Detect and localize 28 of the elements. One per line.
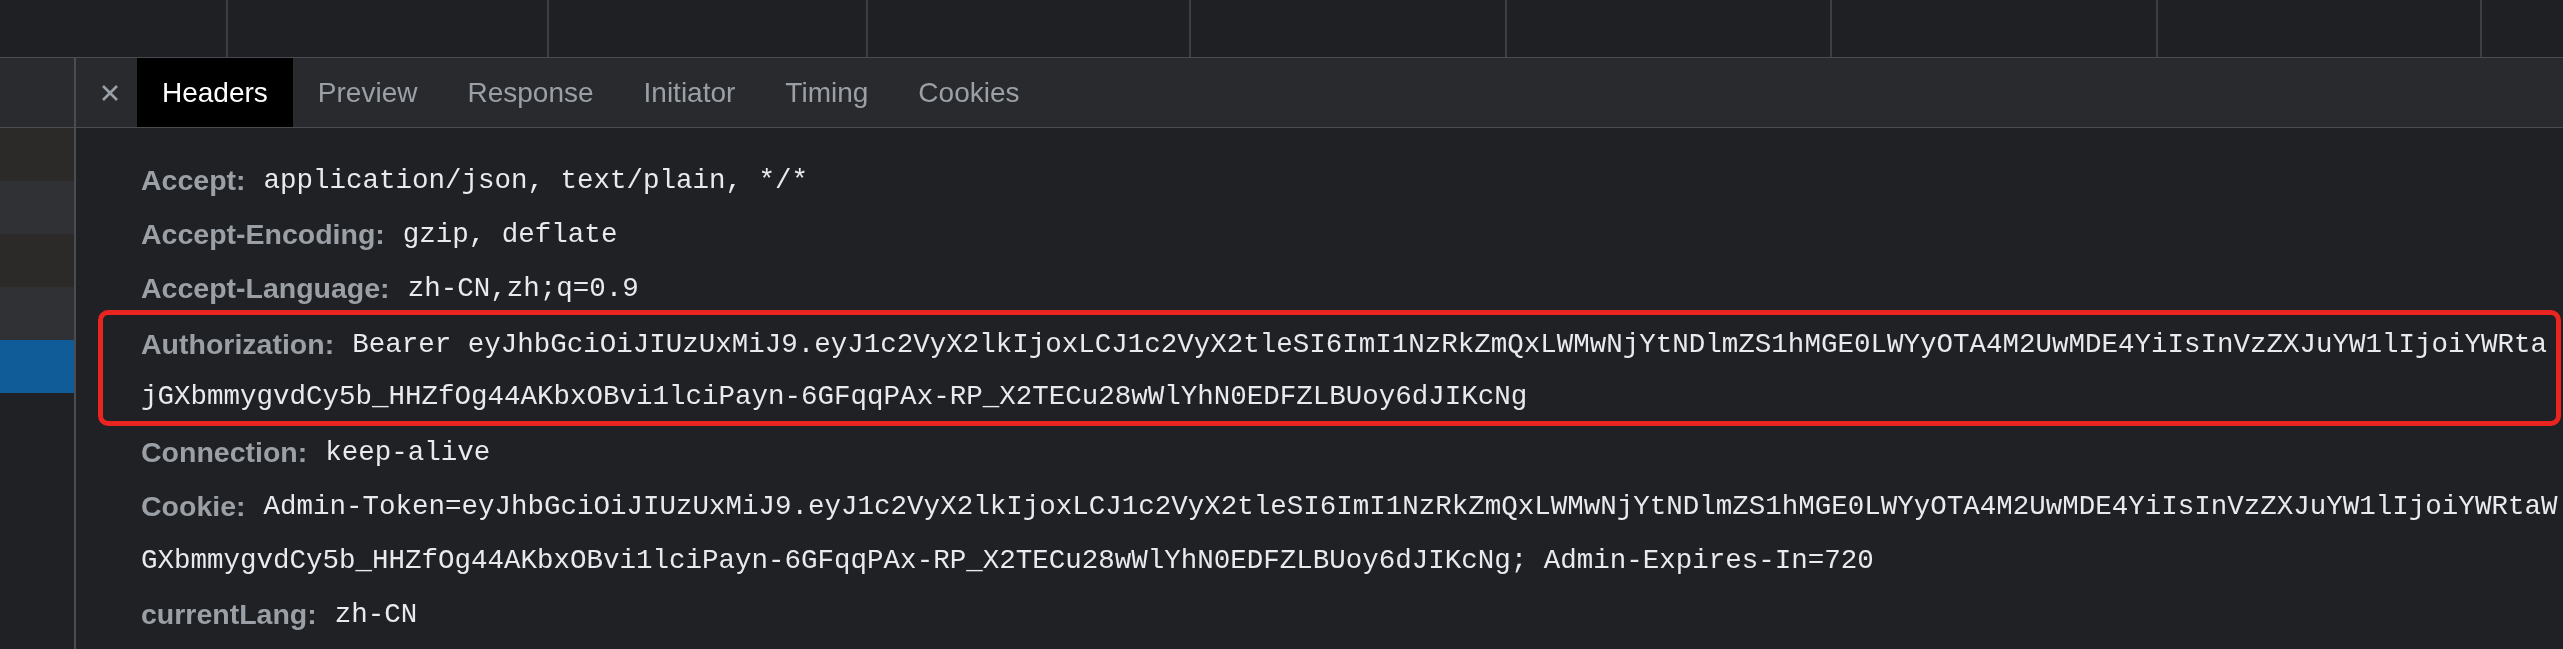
- request-row[interactable]: [0, 287, 74, 340]
- header-value: jGXbmmygvdCy5b_HHZfOg44AKbxOBvi1lciPayn-6GFqqPAx-RP_X2TECu28wWlYhN0EDFZLBUoy6dJIKcNg: [141, 380, 1528, 412]
- header-value: GXbmmygvdCy5b_HHZfOg44AKbxOBvi1lciPayn-6GFqqPAx-RP_X2TECu28wWlYhN0EDFZLBUoy6dJIKcNg; Admin-Expires-In=720: [141, 544, 1874, 576]
- header-name: currentLang:: [141, 597, 317, 631]
- request-row[interactable]: [0, 234, 74, 287]
- header-value: gzip, deflate: [402, 218, 618, 250]
- request-row[interactable]: [0, 181, 74, 234]
- header-name: Cookie:: [141, 489, 246, 523]
- tab[interactable]: Response: [442, 58, 619, 127]
- header-name: Accept-Language:: [141, 271, 390, 305]
- header-value: application/json, text/plain, */*: [263, 164, 809, 196]
- header-value: Bearer eyJhbGciOiJIUzUxMiJ9.eyJ1c2VyX2lkIjoxLCJ1c2VyX2tleSI6ImI1NzRkZmQxLWMwNjYtNDlmZS1hMGE0LWYyOTA4M2UwMDE4YiIsInVzZXJuYW1lIjoiYWRta: [352, 328, 2547, 360]
- tab[interactable]: Timing: [760, 58, 894, 127]
- header-value: keep-alive: [325, 436, 491, 468]
- close-icon: [100, 83, 119, 102]
- header-value: zh-CN,zh;q=0.9: [407, 272, 639, 304]
- header-value: zh-CN: [334, 598, 418, 630]
- header-name: Connection:: [141, 435, 308, 469]
- header-name: Accept-Encoding:: [141, 217, 385, 251]
- request-row[interactable]: [0, 340, 74, 393]
- tab[interactable]: Headers: [137, 58, 293, 127]
- request-row[interactable]: [0, 128, 74, 181]
- header-value: Admin-Token=eyJhbGciOiJIUzUxMiJ9.eyJ1c2VyX2lkIjoxLCJ1c2VyX2tleSI6ImI1NzRkZmQxLWMwNjYtNDlmZS1hMGE0LWYyOTA4M2UwMDE4YiIsInVzZXJuYW1lIjoiYWRtaW: [263, 490, 2558, 522]
- tab[interactable]: Initiator: [618, 58, 761, 127]
- tab[interactable]: Cookies: [893, 58, 1045, 127]
- header-name: Accept:: [141, 163, 246, 197]
- tab[interactable]: Preview: [292, 58, 443, 127]
- header-name: Authorization:: [141, 327, 335, 361]
